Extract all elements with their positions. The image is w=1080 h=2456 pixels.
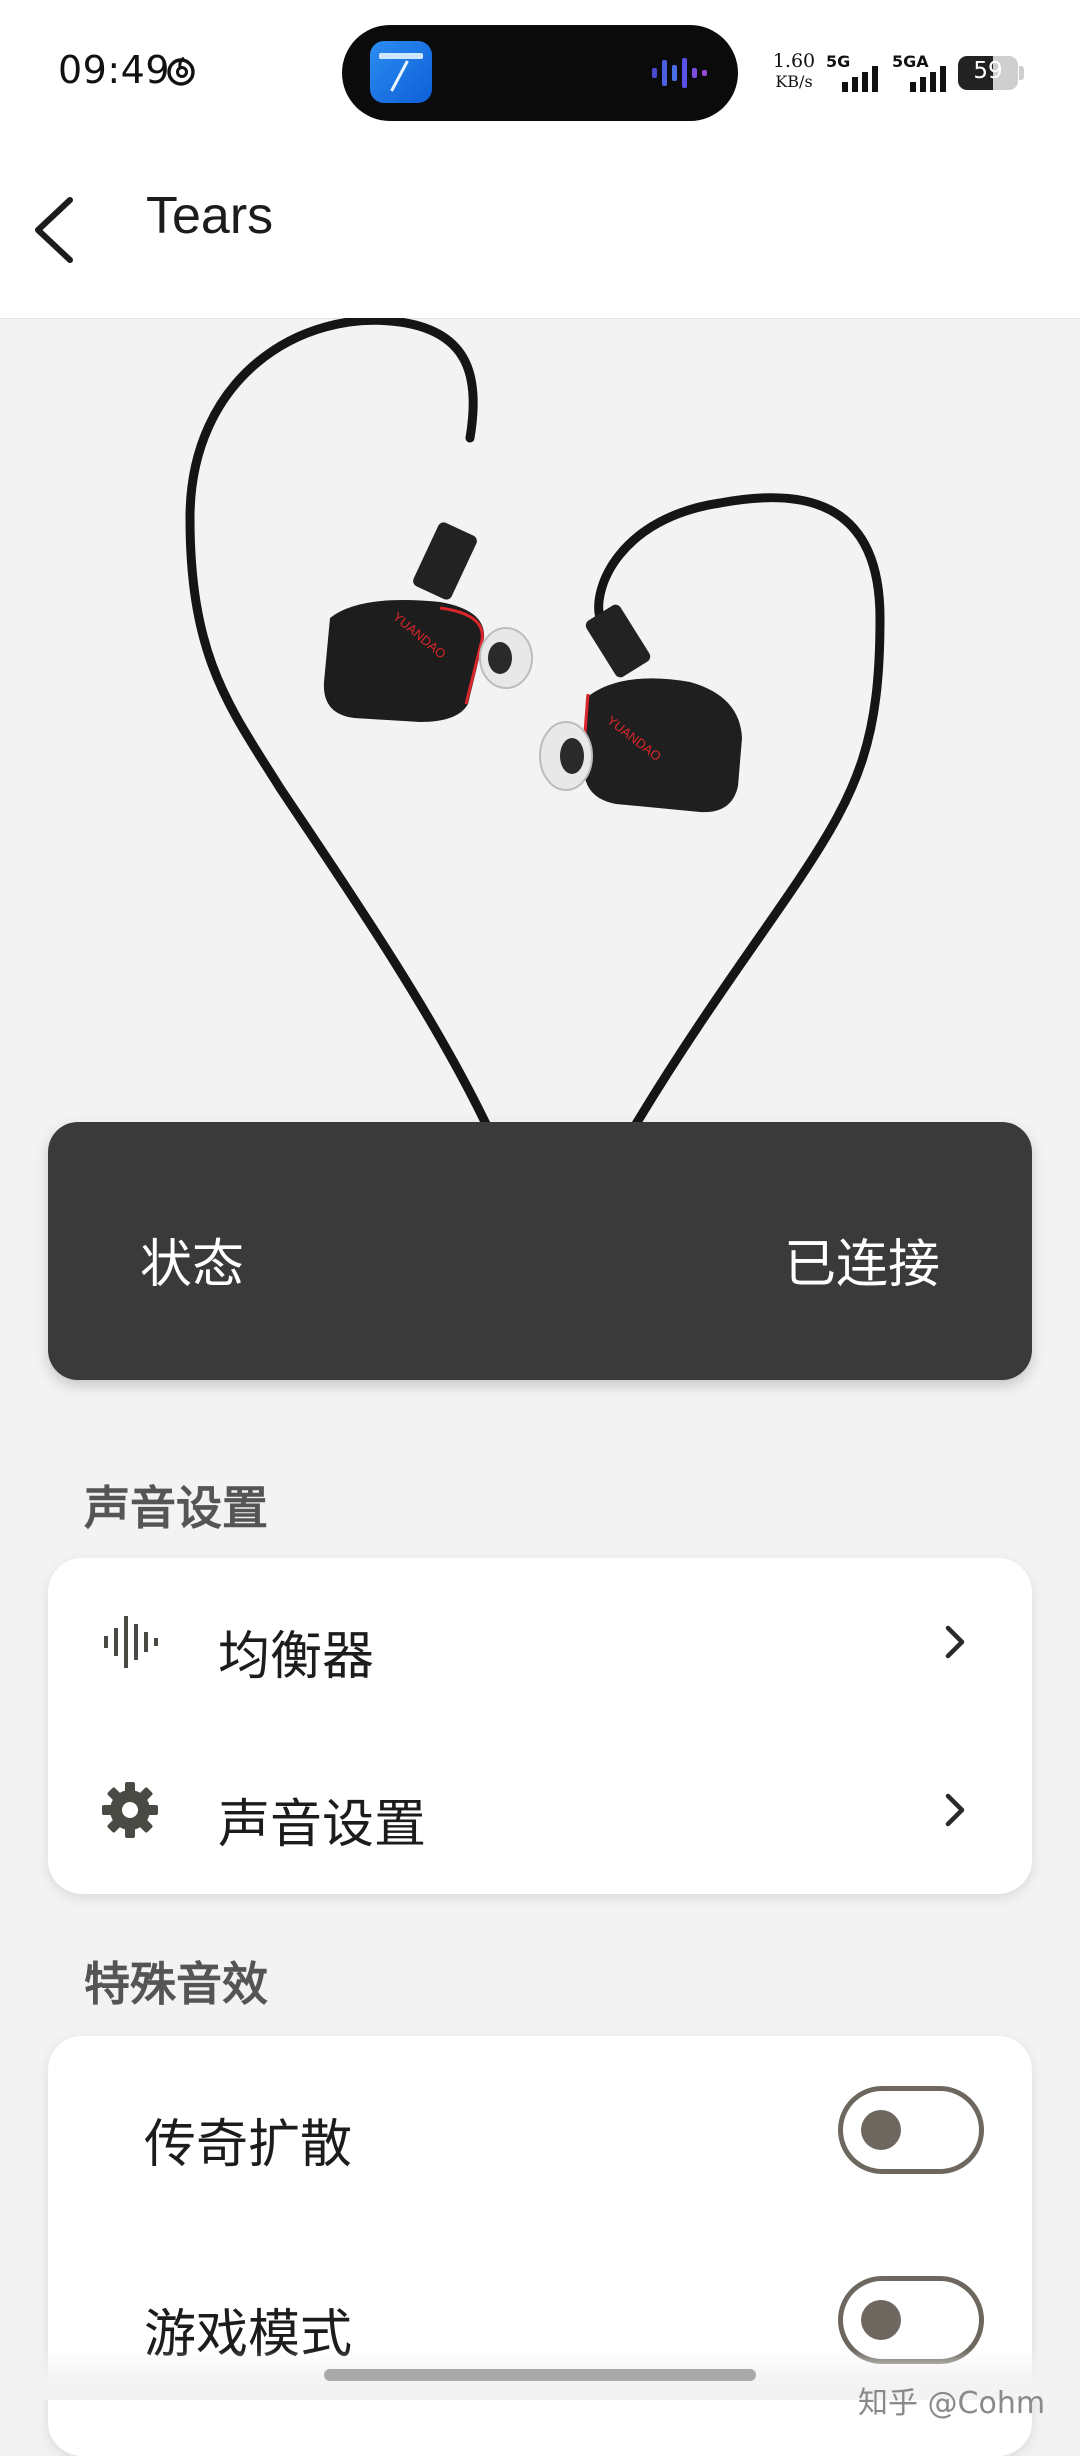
section-title-sound: 声音设置 [84, 1481, 268, 1535]
gesture-nav-bar[interactable] [324, 2369, 756, 2381]
audio-wave-icon [652, 58, 707, 88]
network-speed-value: 1.60 [772, 50, 816, 72]
back-arrow-icon[interactable] [20, 180, 100, 280]
connection-status-card: 状态 已连接 [48, 1122, 1032, 1380]
sound-settings-label: 声音设置 [218, 1795, 427, 1855]
status-bar: 09:49 1.60 KB/s 5G 5GA 59 [0, 0, 1080, 140]
toggle-knob [861, 2110, 901, 2150]
signal-sim2: 5GA [892, 52, 954, 92]
legend-diffusion-row: 传奇扩散 [48, 2036, 1032, 2226]
sound-settings-row[interactable]: 声音设置 [48, 1726, 1032, 1894]
legend-diffusion-toggle[interactable] [838, 2086, 984, 2174]
network-speed: 1.60 KB/s [770, 50, 818, 92]
chevron-right-icon [945, 1625, 965, 1659]
legend-diffusion-label: 传奇扩散 [144, 2115, 353, 2175]
watermark: 知乎 @Cohm [858, 2386, 1046, 2421]
sound-settings-card: 均衡器 声音设置 [48, 1558, 1032, 1894]
status-time: 09:49 [58, 48, 171, 92]
page-title: Tears [146, 187, 274, 245]
status-value: 已连接 [783, 1235, 940, 1295]
equalizer-label: 均衡器 [218, 1627, 375, 1687]
app-header: Tears [0, 140, 1080, 318]
signal-sim1: 5G [826, 52, 886, 92]
maps-app-icon[interactable] [370, 41, 432, 103]
chevron-right-icon [945, 1793, 965, 1827]
section-title-effects: 特殊音效 [84, 1957, 268, 2011]
signal-icon [842, 66, 878, 92]
network-speed-unit: KB/s [775, 72, 813, 91]
earphones-product-image: YUANDAO YUANDAO [185, 318, 885, 1124]
equalizer-row[interactable]: 均衡器 [48, 1558, 1032, 1726]
battery-cap [1019, 66, 1024, 80]
status-label: 状态 [140, 1235, 245, 1295]
equalizer-icon [104, 1616, 158, 1668]
netease-music-icon [167, 56, 195, 86]
toggle-knob [861, 2300, 901, 2340]
battery-icon: 59 [958, 56, 1018, 90]
battery-level: 59 [973, 58, 1003, 84]
signal-icon [910, 66, 946, 92]
gear-icon [102, 1782, 158, 1838]
